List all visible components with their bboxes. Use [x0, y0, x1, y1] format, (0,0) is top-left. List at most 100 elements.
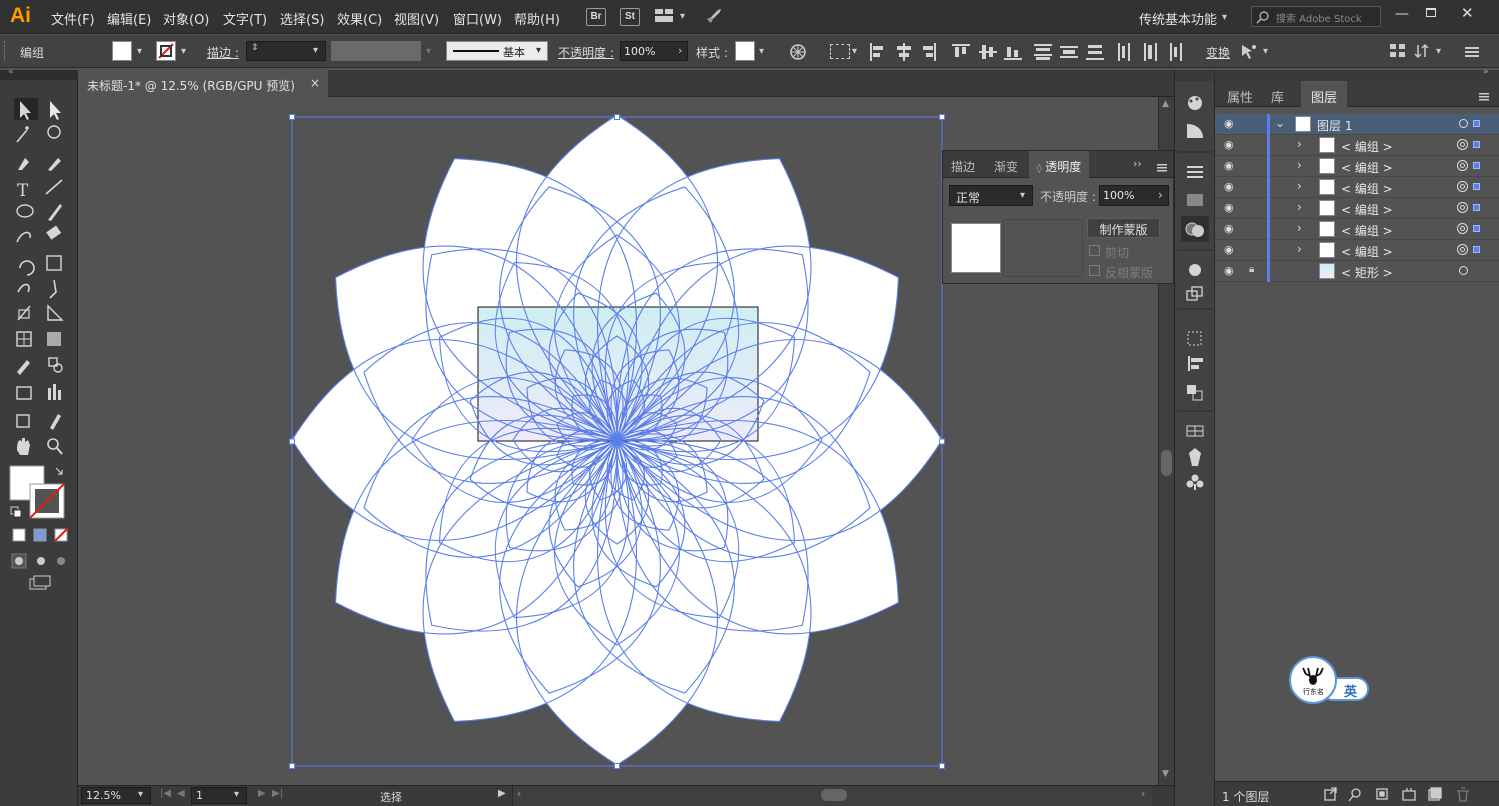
recolor-artwork-icon[interactable] [789, 43, 807, 61]
scroll-thumb[interactable] [1161, 450, 1172, 476]
next-page-icon[interactable]: ▶ [258, 788, 266, 799]
style-chevron-icon[interactable]: ▾ [759, 46, 764, 57]
chevron-right-icon[interactable]: › [678, 44, 682, 57]
page-chevron-icon[interactable]: ▾ [234, 789, 239, 800]
graphic-style-swatch[interactable] [735, 41, 755, 61]
panel-opacity-arrow-icon[interactable]: › [1158, 188, 1163, 202]
last-page-icon[interactable]: ▶| [272, 788, 283, 799]
document-tab[interactable]: 未标题-1* @ 12.5% (RGB/GPU 预览) × [78, 70, 328, 97]
stroke-swatch[interactable] [156, 41, 176, 61]
scroll-up-icon[interactable]: ▲ [1162, 99, 1169, 109]
panel-opacity-field[interactable]: 100% › [1099, 185, 1169, 206]
tab-stroke[interactable]: 描边 [943, 151, 983, 178]
target-icon[interactable] [1459, 266, 1468, 275]
puppet-warp-icon[interactable] [1240, 43, 1258, 61]
minimize-button[interactable]: — [1395, 6, 1409, 22]
arrange-icon[interactable] [1414, 43, 1430, 59]
selection-indicator[interactable] [1473, 162, 1480, 169]
scroll-left-icon[interactable]: ‹ [517, 787, 521, 800]
scroll-down-icon[interactable]: ▼ [1162, 769, 1169, 779]
panel-icons[interactable] [1175, 86, 1215, 506]
stroke-label[interactable]: 描边 : [207, 44, 239, 61]
opacity-field[interactable]: 100% › [620, 41, 688, 61]
isolate-icon[interactable] [1390, 44, 1406, 58]
expand-group-icon[interactable]: › [1297, 158, 1302, 172]
stock-search-input[interactable]: 搜索 Adobe Stock [1251, 6, 1381, 27]
visibility-eye-icon[interactable]: ◉ [1224, 180, 1234, 193]
layer-name[interactable]: 图层 1 [1317, 117, 1352, 134]
expand-group-icon[interactable]: › [1297, 179, 1302, 193]
sublayer-row[interactable]: ◉ 🔒︎ < 矩形 > [1215, 261, 1499, 282]
tab-properties[interactable]: 属性 [1217, 81, 1263, 107]
expand-group-icon[interactable]: › [1297, 137, 1302, 151]
visibility-eye-icon[interactable]: ◉ [1224, 243, 1234, 256]
layer-name[interactable]: < 编组 > [1341, 243, 1393, 260]
layer-name[interactable]: < 编组 > [1341, 201, 1393, 218]
sublayer-row[interactable]: ◉ › < 编组 > [1215, 135, 1499, 156]
close-tab-icon[interactable]: × [310, 76, 320, 90]
visibility-eye-icon[interactable]: ◉ [1224, 117, 1234, 130]
collapse-layer-icon[interactable]: ⌄ [1275, 116, 1285, 130]
clip-checkbox[interactable] [1089, 245, 1100, 256]
chevron-down-icon[interactable]: ▾ [680, 11, 685, 22]
target-icon[interactable] [1459, 119, 1468, 128]
menu-file[interactable]: 文件(F) [51, 9, 95, 28]
transform-label[interactable]: 变换 [1206, 44, 1230, 61]
tool-icons[interactable]: T [0, 70, 78, 690]
selection-indicator[interactable] [1473, 246, 1480, 253]
make-mask-button[interactable]: 制作蒙版 [1087, 218, 1160, 238]
page-field[interactable]: 1 ▾ [191, 787, 247, 804]
selection-indicator[interactable] [1473, 120, 1480, 127]
selection-indicator[interactable] [1473, 204, 1480, 211]
fill-chevron-icon[interactable]: ▾ [137, 46, 142, 57]
input-method-badge[interactable]: 英 行东名 [1289, 656, 1371, 706]
selection-indicator[interactable] [1473, 225, 1480, 232]
maximize-button[interactable] [1426, 8, 1436, 17]
transform-chevron-icon[interactable]: ▾ [1263, 46, 1268, 57]
layer-name[interactable]: < 矩形 > [1341, 264, 1393, 281]
layers-menu-icon[interactable] [1479, 90, 1489, 101]
collapse-dock-icon[interactable]: » [1483, 67, 1489, 77]
sublayer-row[interactable]: ◉ › < 编组 > [1215, 177, 1499, 198]
sublayer-row[interactable]: ◉ › < 编组 > [1215, 198, 1499, 219]
variable-width-profile[interactable] [331, 41, 421, 61]
zoom-chevron-icon[interactable]: ▾ [138, 789, 143, 800]
layers-footer-icons[interactable] [1323, 787, 1498, 803]
visibility-eye-icon[interactable]: ◉ [1224, 201, 1234, 214]
expand-panel-icon[interactable]: ›› [1133, 157, 1142, 170]
menu-type[interactable]: 文字(T) [223, 9, 267, 28]
workspace-switcher[interactable]: 传统基本功能 [1139, 9, 1217, 28]
sublayer-row[interactable]: ◉ › < 编组 > [1215, 156, 1499, 177]
expand-group-icon[interactable]: › [1297, 221, 1302, 235]
tab-gradient[interactable]: 渐变 [986, 151, 1026, 178]
layer-name[interactable]: < 编组 > [1341, 180, 1393, 197]
menu-help[interactable]: 帮助(H) [514, 9, 560, 28]
target-selected-icon[interactable] [1457, 160, 1468, 171]
stock-button[interactable]: St [620, 8, 640, 26]
visibility-eye-icon[interactable]: ◉ [1224, 159, 1234, 172]
target-selected-icon[interactable] [1457, 139, 1468, 150]
profile-chevron-icon[interactable]: ▾ [426, 46, 431, 57]
bridge-button[interactable]: Br [586, 8, 606, 26]
align-chevron-icon[interactable]: ▾ [852, 46, 857, 57]
horizontal-scrollbar[interactable]: ‹ › [512, 786, 1152, 806]
arrange-chevron-icon[interactable]: ▾ [1436, 46, 1441, 57]
stroke-weight-field[interactable]: ⇕ ▾ [246, 41, 326, 61]
tab-layers[interactable]: 图层 [1301, 81, 1347, 107]
layer-name[interactable]: < 编组 > [1341, 222, 1393, 239]
menu-select[interactable]: 选择(S) [280, 9, 324, 28]
status-menu-icon[interactable]: ▶ [498, 788, 506, 799]
brush-definition-dropdown[interactable]: 基本 ▾ [446, 41, 548, 61]
rocket-icon[interactable] [705, 7, 723, 25]
blend-mode-select[interactable]: 正常 ▾ [949, 185, 1033, 206]
zoom-field[interactable]: 12.5% ▾ [81, 787, 151, 804]
menu-view[interactable]: 视图(V) [394, 9, 439, 28]
align-to-selection-icon[interactable] [830, 44, 850, 59]
arrange-documents-icon[interactable] [655, 9, 673, 22]
scroll-right-icon[interactable]: › [1141, 787, 1145, 800]
workspace-chevron-icon[interactable]: ▾ [1222, 12, 1227, 23]
target-selected-icon[interactable] [1457, 202, 1468, 213]
h-scroll-thumb[interactable] [821, 789, 847, 801]
visibility-eye-icon[interactable]: ◉ [1224, 138, 1234, 151]
panel-menu-icon[interactable] [1465, 46, 1479, 57]
